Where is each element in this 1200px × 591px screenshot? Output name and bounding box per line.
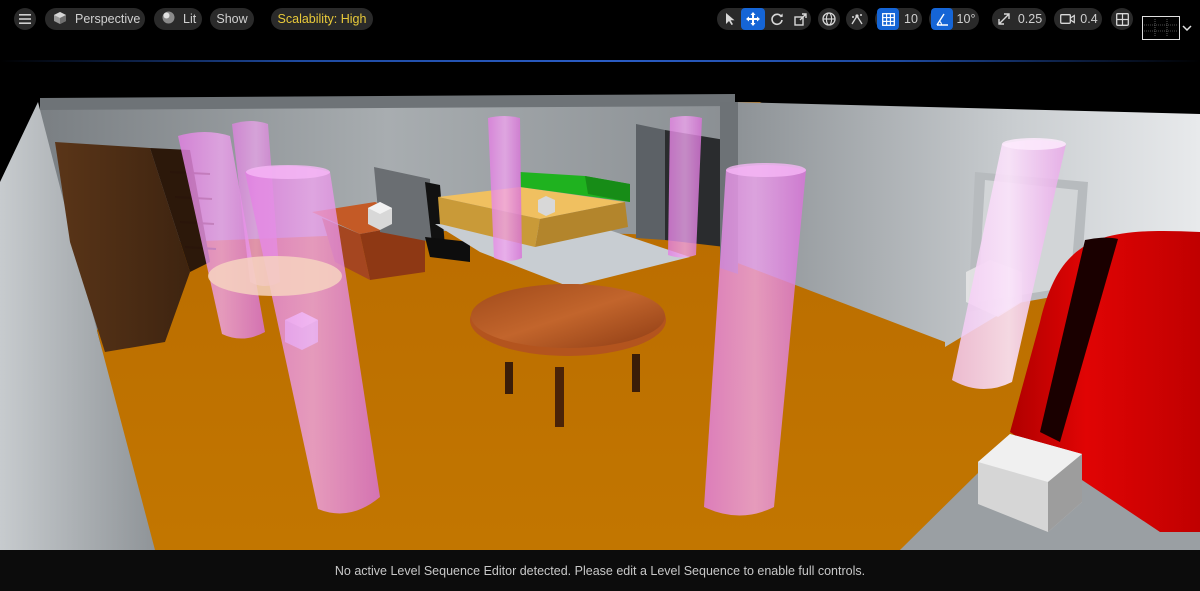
surface-snapping-icon[interactable] (846, 8, 868, 30)
camera-speed-value[interactable]: 0.4 (1078, 8, 1100, 30)
scale-snap-icon[interactable] (994, 8, 1014, 30)
camera-speed-icon[interactable] (1056, 8, 1078, 30)
hamburger-menu-icon[interactable] (14, 8, 36, 30)
lit-sphere-icon (154, 11, 179, 27)
pink-volume-cap (208, 256, 342, 296)
table-leg (505, 362, 513, 394)
pink-volume-top (246, 165, 330, 179)
scalability-button[interactable]: Scalability: High (271, 8, 373, 30)
cube-icon (45, 11, 71, 28)
scale-snap-value[interactable]: 0.25 (1015, 8, 1045, 30)
table-leg (555, 367, 564, 427)
pink-volume-top (726, 163, 806, 177)
3d-scene-render[interactable] (0, 62, 1200, 550)
chevron-down-icon[interactable] (1180, 20, 1194, 36)
level-viewport[interactable]: Perspective Lit Show Scalability: High 1… (0, 0, 1200, 591)
show-label: Show (216, 12, 248, 26)
round-table-surface (471, 284, 665, 348)
grid-snap-icon[interactable] (877, 8, 899, 30)
rotation-snap-angle-icon[interactable] (931, 8, 953, 30)
rotate-tool-icon[interactable] (766, 8, 788, 30)
sequencer-status-message: No active Level Sequence Editor detected… (334, 563, 866, 578)
scale-tool-icon[interactable] (789, 8, 811, 30)
translate-tool-icon[interactable] (741, 8, 765, 30)
scalability-label: Scalability: High (277, 12, 367, 26)
perspective-label: Perspective (75, 12, 141, 26)
select-tool-icon[interactable] (719, 8, 741, 30)
sequencer-status-bar: No active Level Sequence Editor detected… (0, 550, 1200, 591)
grid-snap-value[interactable]: 10 (900, 8, 922, 30)
table-leg (632, 354, 640, 392)
doorway (636, 124, 665, 240)
show-button[interactable]: Show (210, 8, 254, 30)
viewport-preview-thumbnail[interactable] (1142, 16, 1180, 40)
lit-button[interactable]: Lit (154, 8, 202, 30)
viewport-toolbar: Perspective Lit Show Scalability: High 1… (0, 0, 1200, 40)
cube-on-bed (538, 196, 555, 216)
viewport-layout-icon[interactable] (1111, 8, 1133, 30)
pink-volume-top (1002, 138, 1066, 150)
rotation-snap-value[interactable]: 10° (954, 8, 978, 30)
world-space-globe-icon[interactable] (818, 8, 840, 30)
lit-label: Lit (183, 12, 197, 26)
perspective-button[interactable]: Perspective (45, 8, 145, 30)
